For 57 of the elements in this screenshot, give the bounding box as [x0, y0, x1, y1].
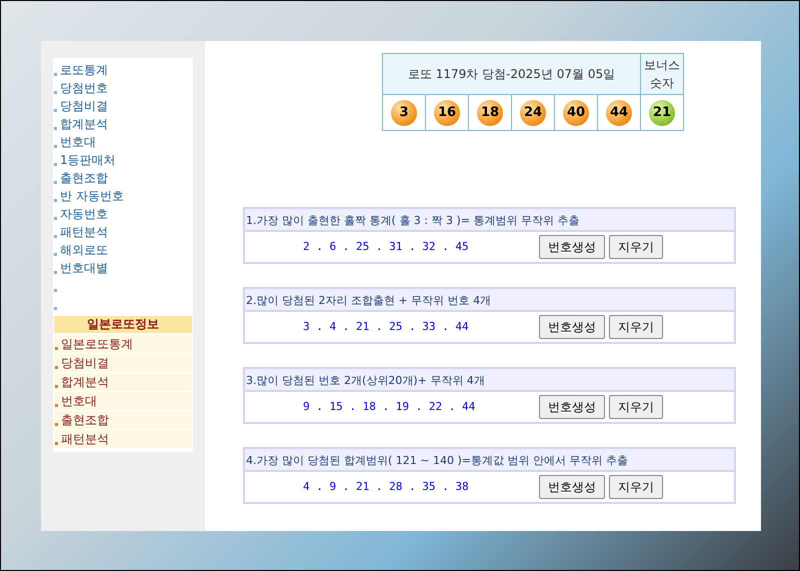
generate-button[interactable]: 번호생성	[539, 315, 605, 339]
generate-button[interactable]: 번호생성	[539, 395, 605, 419]
generate-button[interactable]: 번호생성	[539, 235, 605, 259]
sidebar-item[interactable]: 패턴분석	[53, 223, 193, 241]
sidebar-item[interactable]: 출현조합	[53, 169, 193, 187]
bullet-icon	[54, 307, 57, 310]
bullet-icon	[54, 289, 57, 292]
bullet-icon	[54, 91, 57, 94]
sidebar-item[interactable]: 패턴분석	[54, 430, 192, 448]
bullet-icon	[54, 109, 57, 112]
generated-numbers: 9 . 15 . 18 . 19 . 22 . 44	[302, 398, 476, 415]
sidebar-item[interactable]: 번호대	[53, 133, 193, 151]
bullet-icon	[54, 163, 57, 166]
bullet-icon	[54, 271, 57, 274]
generated-numbers: 2 . 6 . 25 . 31 . 32 . 45	[302, 238, 470, 255]
sidebar-item[interactable]: 자동번호	[53, 205, 193, 223]
sidebar-item[interactable]: 반 자동번호	[53, 187, 193, 205]
bullet-icon	[54, 145, 57, 148]
bullet-icon	[54, 217, 57, 220]
generator-title: 4.가장 많이 당첨된 합계범위( 121 ~ 140 )=통계값 범위 안에서 무작위 추출	[245, 449, 734, 472]
sidebar-item[interactable]: 당첨번호	[53, 79, 193, 97]
bullet-icon	[54, 235, 57, 238]
generate-button[interactable]: 번호생성	[539, 475, 605, 499]
bullet-icon	[55, 347, 58, 350]
clear-button[interactable]: 지우기	[609, 475, 663, 499]
sidebar-item[interactable]: 번호대별	[53, 259, 193, 277]
bullet-icon	[55, 404, 58, 407]
bullet-icon	[55, 366, 58, 369]
sidebar-item[interactable]: 로또통계	[53, 61, 193, 79]
clear-button[interactable]: 지우기	[609, 395, 663, 419]
bullet-icon	[54, 253, 57, 256]
sidebar-item[interactable]: 출현조합	[54, 411, 192, 429]
sidebar-item[interactable]: 당첨비결	[54, 354, 192, 372]
clear-button[interactable]: 지우기	[609, 315, 663, 339]
bullet-icon	[55, 442, 58, 445]
bullet-icon	[54, 127, 57, 130]
clear-button[interactable]: 지우기	[609, 235, 663, 259]
sidebar-item[interactable]: 합계분석	[53, 115, 193, 133]
sidebar-item[interactable]: 당첨비결	[53, 97, 193, 115]
sidebar-item[interactable]: 일본로또통계	[54, 335, 192, 353]
bullet-icon	[55, 385, 58, 388]
generator-title: 1.가장 많이 출현한 홀짝 통계( 홀 3 : 짝 3 )= 통계범위 무작위 추출	[245, 209, 734, 232]
sidebar-item[interactable]: 합계분석	[54, 373, 192, 391]
bullet-icon	[55, 423, 58, 426]
generated-numbers: 4 . 9 . 21 . 28 . 35 . 38	[302, 478, 470, 495]
sidebar-item[interactable]: 1등판매처	[53, 151, 193, 169]
bullet-icon	[54, 181, 57, 184]
generator-title: 2.많이 당첨된 2자리 조합출현 + 무작위 번호 4개	[245, 289, 734, 312]
bullet-icon	[54, 199, 57, 202]
section-heading: 일본로또정보	[54, 316, 192, 333]
sidebar-item[interactable]: 번호대	[54, 392, 192, 410]
generated-numbers: 3 . 4 . 21 . 25 . 33 . 44	[302, 318, 470, 335]
generator-title: 3.많이 당첨된 번호 2개(상위20개)+ 무작위 4개	[245, 369, 734, 392]
draw-title: 로또 1179차 당첨-2025년 07월 05일	[382, 54, 640, 94]
sidebar-item[interactable]: 해외로또	[53, 241, 193, 259]
bullet-icon	[54, 73, 57, 76]
bonus-heading: 보너스 숫자	[640, 54, 684, 94]
